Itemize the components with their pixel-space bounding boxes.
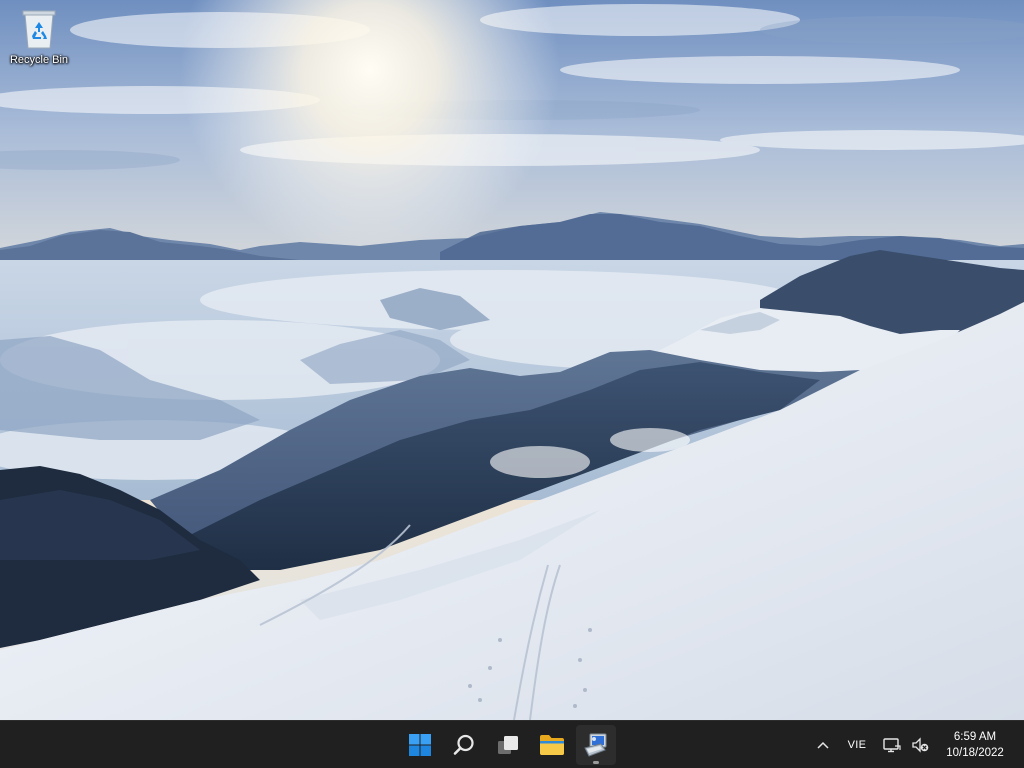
desktop-wallpaper[interactable] [0, 0, 1024, 720]
search-button[interactable] [444, 725, 484, 765]
start-button[interactable] [400, 725, 440, 765]
volume-muted-icon [912, 737, 929, 753]
system-tray: VIE 6:59 AM 10/18/2022 [808, 721, 1024, 768]
show-hidden-icons-button[interactable] [808, 725, 838, 765]
installer-button[interactable] [576, 725, 616, 765]
clock-time: 6:59 AM [953, 731, 997, 743]
file-explorer-button[interactable] [532, 725, 572, 765]
taskbar-pinned-apps [400, 721, 616, 768]
taskbar: VIE 6:59 AM 10/18/2022 [0, 720, 1024, 768]
language-label: VIE [847, 739, 867, 751]
task-view-icon [498, 736, 518, 754]
folder-icon [540, 735, 564, 755]
quick-settings-button[interactable] [876, 725, 936, 765]
network-icon [883, 738, 901, 753]
recycle-bin-label: Recycle Bin [9, 54, 69, 66]
input-language-button[interactable]: VIE [838, 725, 876, 765]
wallpaper-image [0, 0, 1024, 720]
active-app-indicator [593, 761, 599, 764]
search-icon [453, 734, 474, 755]
desktop-icon-recycle-bin[interactable]: Recycle Bin [4, 6, 74, 76]
show-desktop-button[interactable] [1014, 725, 1024, 765]
chevron-up-icon [817, 741, 829, 749]
windows-logo-icon [409, 734, 431, 756]
recycle-bin-icon [22, 10, 56, 49]
clock-button[interactable]: 6:59 AM 10/18/2022 [936, 725, 1014, 765]
clock-date: 10/18/2022 [946, 747, 1004, 759]
installer-icon [584, 733, 607, 757]
task-view-button[interactable] [488, 725, 528, 765]
